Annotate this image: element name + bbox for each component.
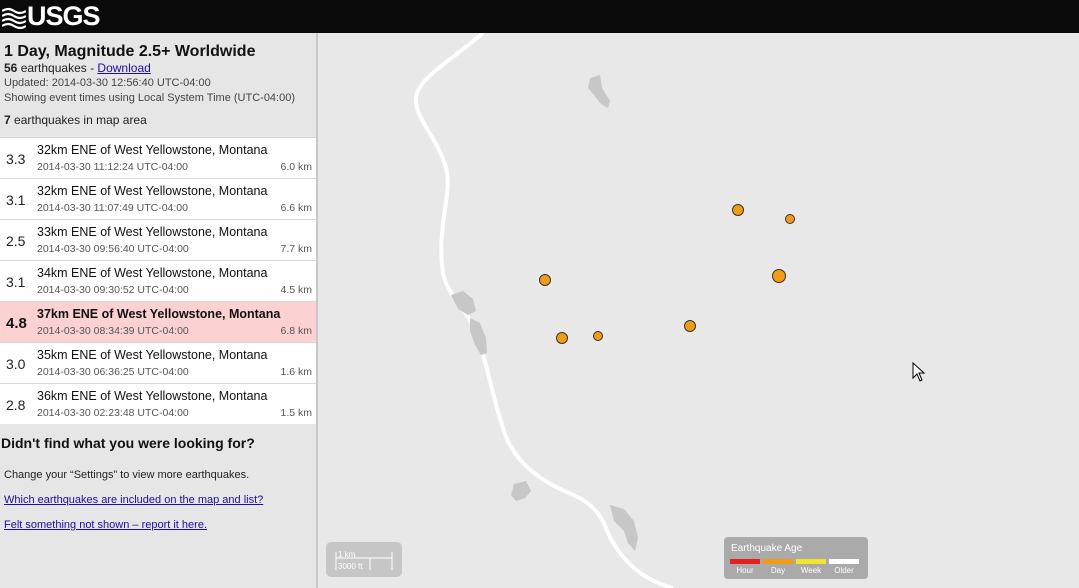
earthquake-marker[interactable] xyxy=(732,204,744,216)
earthquake-row[interactable]: 3.1 34km ENE of West Yellowstone, Montan… xyxy=(0,260,316,301)
place: 37km ENE of West Yellowstone, Montana xyxy=(37,307,281,321)
earthquake-marker[interactable] xyxy=(539,274,551,286)
place: 32km ENE of West Yellowstone, Montana xyxy=(37,184,268,198)
place: 35km ENE of West Yellowstone, Montana xyxy=(37,348,268,362)
event-time: 2014-03-30 08:34:39 UTC-04:00 xyxy=(37,325,189,337)
earthquake-row[interactable]: 2.5 33km ENE of West Yellowstone, Montan… xyxy=(0,219,316,260)
feed-count: 56 xyxy=(4,61,18,75)
sidebar: 1 Day, Magnitude 2.5+ Worldwide 56 earth… xyxy=(0,33,318,588)
in-map-count-line: 7 earthquakes in map area xyxy=(4,113,312,128)
map-lake xyxy=(451,291,476,315)
earthquake-row-selected[interactable]: 4.8 37km ENE of West Yellowstone, Montan… xyxy=(0,301,316,342)
depth: 1.5 km xyxy=(280,407,312,419)
earthquake-marker[interactable] xyxy=(556,332,568,344)
sidebar-footer: Didn't find what you were looking for? C… xyxy=(0,424,316,531)
legend-bar-hour xyxy=(730,559,760,564)
map-lake xyxy=(588,75,610,108)
event-time: 2014-03-30 11:07:49 UTC-04:00 xyxy=(37,202,188,214)
event-time: 2014-03-30 11:12:24 UTC-04:00 xyxy=(37,161,188,173)
place: 36km ENE of West Yellowstone, Montana xyxy=(37,389,268,403)
top-bar: USGS xyxy=(0,0,1079,33)
report-felt-link[interactable]: Felt something not shown – report it her… xyxy=(4,519,312,531)
depth: 4.5 km xyxy=(280,284,312,296)
scale-km: 1 km xyxy=(338,550,356,559)
earthquake-marker[interactable] xyxy=(772,269,786,283)
magnitude: 3.3 xyxy=(6,151,26,167)
event-time: 2014-03-30 02:23:48 UTC-04:00 xyxy=(37,407,189,419)
depth: 1.6 km xyxy=(280,366,312,378)
feed-count-suffix: earthquakes - xyxy=(20,61,98,75)
depth: 6.0 km xyxy=(280,161,312,173)
event-time: 2014-03-30 06:36:25 UTC-04:00 xyxy=(37,366,189,378)
mouse-cursor-icon xyxy=(912,362,926,382)
legend-bar-week xyxy=(796,559,826,564)
legend-bar-older xyxy=(829,559,859,564)
magnitude: 3.1 xyxy=(6,192,26,208)
footer-heading: Didn't find what you were looking for? xyxy=(1,435,255,451)
magnitude: 3.1 xyxy=(6,274,26,290)
magnitude: 4.8 xyxy=(6,315,27,332)
depth: 6.8 km xyxy=(280,325,312,337)
feed-count-line: 56 earthquakes - Download xyxy=(4,61,312,76)
depth: 6.6 km xyxy=(280,202,312,214)
legend-bars xyxy=(730,559,859,564)
scale-bar-ruler xyxy=(335,552,393,570)
earthquake-markers xyxy=(539,204,795,344)
download-link[interactable]: Download xyxy=(97,61,150,75)
magnitude: 3.0 xyxy=(6,356,26,372)
feed-header: 1 Day, Magnitude 2.5+ Worldwide 56 earth… xyxy=(0,33,316,128)
earthquake-row[interactable]: 3.1 32km ENE of West Yellowstone, Montan… xyxy=(0,178,316,219)
earthquake-marker[interactable] xyxy=(785,214,795,224)
earthquake-marker[interactable] xyxy=(684,320,696,332)
usgs-logo-text: USGS xyxy=(27,1,101,31)
usgs-logo[interactable]: USGS xyxy=(2,1,101,31)
settings-hint: Change your “Settings” to view more eart… xyxy=(4,469,250,481)
legend-label-day: Day xyxy=(770,566,786,575)
legend-label-hour: Hour xyxy=(736,566,754,575)
place: 32km ENE of West Yellowstone, Montana xyxy=(37,143,268,157)
map-view[interactable]: 1 km 3000 ft Earthquake Age Hour Day Wee… xyxy=(318,33,1079,588)
legend-label-week: Week xyxy=(800,566,822,575)
earthquake-row[interactable]: 3.0 35km ENE of West Yellowstone, Montan… xyxy=(0,342,316,383)
depth: 7.7 km xyxy=(280,243,312,255)
map-lake xyxy=(470,318,487,355)
age-legend: Earthquake Age Hour Day Week Older xyxy=(724,537,868,579)
event-time: 2014-03-30 09:56:40 UTC-04:00 xyxy=(37,243,189,255)
earthquake-row[interactable]: 2.8 36km ENE of West Yellowstone, Montan… xyxy=(0,383,316,424)
magnitude: 2.8 xyxy=(6,397,26,413)
in-map-count: 7 xyxy=(4,113,11,127)
magnitude: 2.5 xyxy=(6,233,26,249)
legend-bar-day xyxy=(763,559,793,564)
legend-labels: Hour Day Week Older xyxy=(730,566,859,575)
updated-time: Updated: 2014-03-30 12:56:40 UTC-04:00 xyxy=(4,77,211,89)
earthquake-row[interactable]: 3.3 32km ENE of West Yellowstone, Montan… xyxy=(0,137,316,178)
place: 34km ENE of West Yellowstone, Montana xyxy=(37,266,268,280)
earthquake-list: 3.3 32km ENE of West Yellowstone, Montan… xyxy=(0,137,316,424)
usgs-wave-icon xyxy=(2,4,26,29)
map-canvas[interactable] xyxy=(318,33,1079,588)
feed-title: 1 Day, Magnitude 2.5+ Worldwide xyxy=(4,43,256,60)
place: 33km ENE of West Yellowstone, Montana xyxy=(37,225,268,239)
event-time: 2014-03-30 09:30:52 UTC-04:00 xyxy=(37,284,189,296)
in-map-suffix: earthquakes in map area xyxy=(14,113,147,127)
earthquake-marker[interactable] xyxy=(593,331,603,341)
map-road xyxy=(413,33,674,588)
legend-title: Earthquake Age xyxy=(731,543,803,554)
scale-bar: 1 km 3000 ft xyxy=(326,542,402,577)
legend-label-older: Older xyxy=(834,566,854,575)
included-earthquakes-link[interactable]: Which earthquakes are included on the ma… xyxy=(4,494,312,506)
map-lake xyxy=(511,481,531,501)
time-note: Showing event times using Local System T… xyxy=(4,92,296,104)
scale-ft: 3000 ft xyxy=(338,562,363,571)
